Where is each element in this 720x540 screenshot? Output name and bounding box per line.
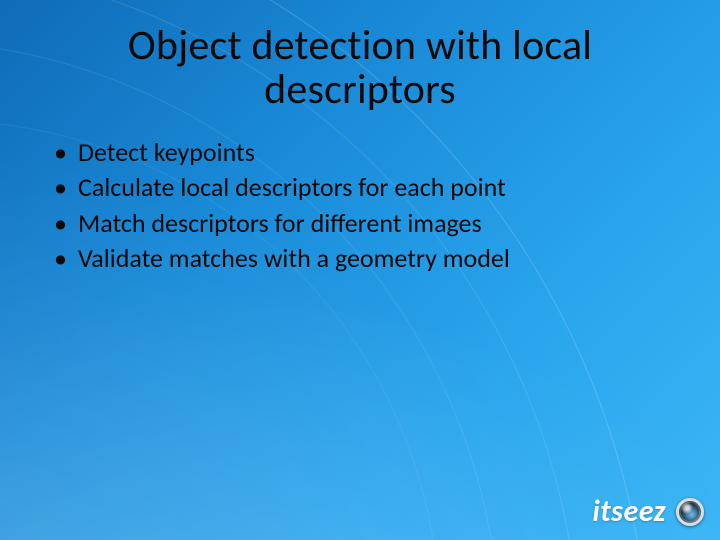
list-item: Match descriptors for different images <box>48 207 680 240</box>
bullet-list: Detect keypoints Calculate local descrip… <box>48 136 680 275</box>
list-item: Calculate local descriptors for each poi… <box>48 171 680 204</box>
brand-logo-text: itseez <box>592 493 666 530</box>
camera-lens-icon <box>676 498 704 526</box>
slide: Object detection with local descriptors … <box>0 0 720 540</box>
list-item: Detect keypoints <box>48 136 680 169</box>
list-item: Validate matches with a geometry model <box>48 242 680 275</box>
slide-title: Object detection with local descriptors <box>50 24 670 112</box>
footer: itseez <box>592 493 704 530</box>
